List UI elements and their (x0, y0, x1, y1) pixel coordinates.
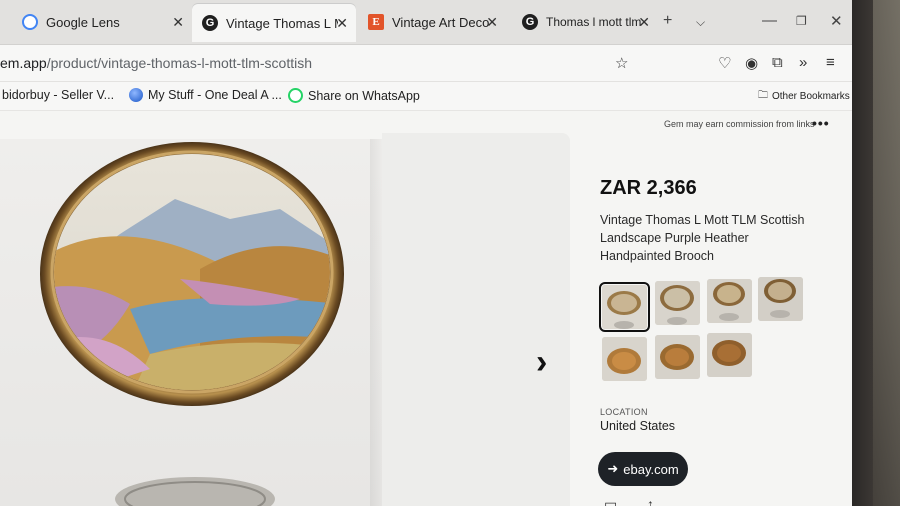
extensions-icon[interactable]: ⧉ (772, 54, 783, 71)
address-bar[interactable]: em.app/product/vintage-thomas-l-mott-tlm… (0, 49, 650, 77)
tab-google-lens[interactable]: Google Lens ✕ (12, 6, 192, 38)
background-reflection (873, 0, 900, 506)
product-price: ZAR 2,366 (600, 177, 697, 199)
close-icon[interactable]: ✕ (172, 14, 184, 31)
gem-icon: G (522, 14, 538, 30)
url-path: /product/vintage-thomas-l-mott-tlm-scott… (46, 55, 313, 71)
thumbnail[interactable] (707, 333, 752, 377)
photo-edge-shadow (370, 139, 382, 506)
account-icon[interactable]: ◉ (745, 54, 758, 72)
arrow-right-icon: ➜ (607, 461, 619, 476)
close-window-icon[interactable]: ✕ (830, 12, 843, 30)
bookmark-whatsapp[interactable]: Share on WhatsApp (288, 88, 420, 103)
bookmark-label: Share on WhatsApp (308, 88, 420, 103)
gem-icon: G (202, 15, 218, 31)
bookmark-label: My Stuff - One Deal A ... (148, 88, 282, 102)
etsy-icon: E (368, 14, 384, 30)
next-image-chevron-icon[interactable]: › (536, 343, 547, 382)
overflow-chevrons-icon[interactable]: » (799, 54, 807, 71)
close-icon[interactable]: ✕ (336, 15, 348, 32)
bookmark-my-stuff[interactable]: My Stuff - One Deal A ... (129, 88, 282, 102)
other-bookmarks[interactable]: 🗀 Other Bookmarks (758, 88, 850, 105)
minimize-icon[interactable]: — (762, 12, 777, 29)
product-title: Vintage Thomas L Mott TLM Scottish Lands… (600, 213, 805, 263)
thumbnail[interactable] (655, 281, 700, 325)
thumbnail[interactable] (602, 337, 647, 381)
pocket-icon[interactable]: ♡ (718, 54, 731, 72)
tab-thomas-l-mott[interactable]: G Thomas l mott tlm - G ✕ (512, 6, 654, 38)
tab-title: Google Lens (46, 14, 120, 30)
product-photo (0, 139, 382, 506)
close-icon[interactable]: ✕ (486, 14, 498, 31)
menu-icon[interactable]: ≡ (826, 54, 835, 71)
save-icon[interactable]: ▭ (604, 496, 617, 506)
location-value: United States (600, 419, 676, 433)
navigation-bar: em.app/product/vintage-thomas-l-mott-tlm… (0, 45, 852, 82)
page-content: Gem may earn commission from links ••• ›… (0, 111, 852, 506)
globe-icon (129, 88, 143, 102)
url-host: em.app (0, 55, 47, 71)
whatsapp-icon (288, 88, 303, 103)
secondary-photo-panel (382, 133, 570, 506)
location-label: LOCATION (600, 407, 648, 417)
restore-icon[interactable]: ❐ (796, 14, 807, 28)
close-icon[interactable]: ✕ (638, 14, 650, 31)
star-bookmark-icon[interactable]: ☆ (615, 54, 628, 72)
thumbnail[interactable] (758, 277, 803, 321)
tab-vintage-art-deco[interactable]: E Vintage Art Deco Era ✕ (358, 6, 506, 38)
bookmark-label: bidorbuy - Seller V... (2, 88, 115, 102)
tab-title: Vintage Art Deco Era (392, 14, 494, 30)
bookmark-bidorbuy[interactable]: bidorbuy - Seller V... (2, 88, 114, 102)
brooch-image (40, 142, 344, 506)
other-bookmarks-label: Other Bookmarks (772, 91, 850, 102)
new-tab-icon[interactable]: + (663, 12, 672, 30)
share-icon[interactable]: ↑ (647, 496, 654, 506)
thumbnail[interactable] (599, 282, 650, 332)
thumbnail[interactable] (655, 335, 700, 379)
chevron-down-icon[interactable]: ⌵ (696, 15, 705, 30)
google-lens-icon (22, 14, 38, 30)
more-options-icon[interactable]: ••• (812, 115, 830, 131)
tab-title: Thomas l mott tlm - G (546, 15, 644, 29)
bookmarks-bar: bidorbuy - Seller V... My Stuff - One De… (0, 82, 852, 111)
tab-vintage-thomas[interactable]: G Vintage Thomas L Mo ✕ (192, 4, 356, 42)
ebay-button-label: ebay.com (623, 461, 679, 477)
browser-window: Google Lens ✕ G Vintage Thomas L Mo ✕ E … (0, 0, 852, 506)
thumbnail[interactable] (707, 279, 752, 323)
tab-strip: Google Lens ✕ G Vintage Thomas L Mo ✕ E … (0, 0, 852, 45)
folder-icon: 🗀 (758, 90, 768, 101)
commission-note: Gem may earn commission from links (664, 119, 815, 129)
tab-title: Vintage Thomas L Mo (226, 15, 338, 31)
view-on-ebay-button[interactable]: ➜ ebay.com (598, 452, 688, 486)
